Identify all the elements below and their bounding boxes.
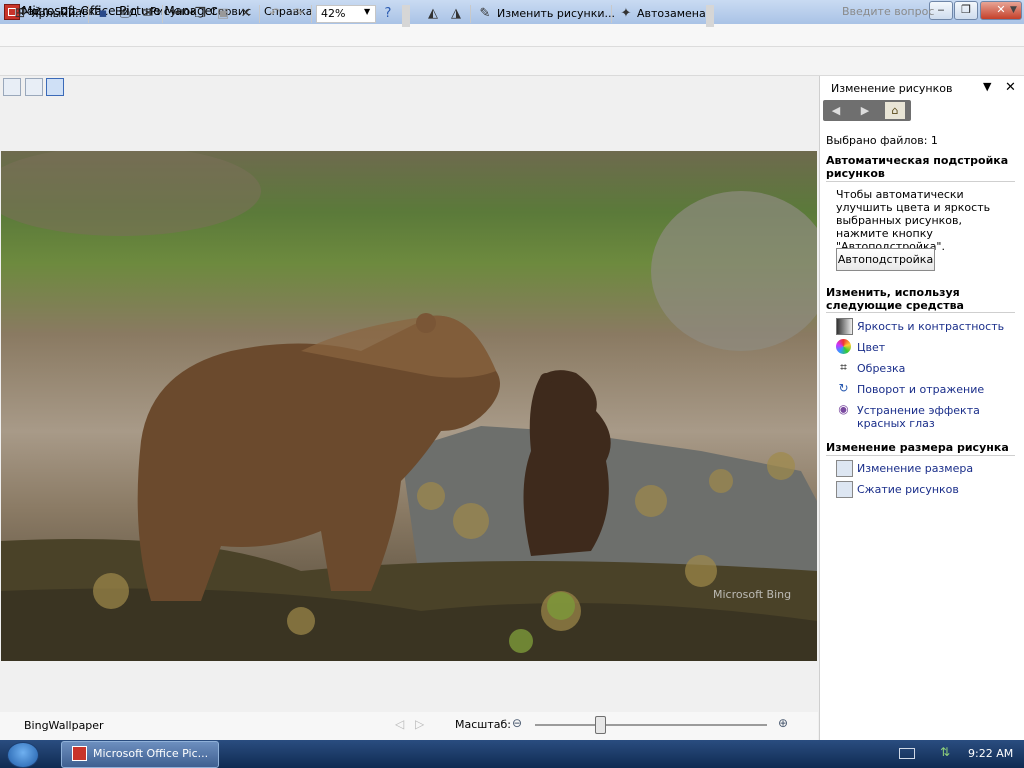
previous-picture-icon[interactable]: ◁ bbox=[395, 717, 404, 731]
picture-preview[interactable]: Microsoft Bing bbox=[1, 151, 817, 661]
rotate-icon: ↻ bbox=[838, 381, 849, 395]
brightness-icon bbox=[836, 318, 853, 335]
task-pane-title: Изменение рисунков bbox=[831, 82, 953, 95]
toolbar-separator bbox=[611, 5, 612, 23]
brightness-contrast-link[interactable]: Яркость и контрастность bbox=[857, 320, 1019, 333]
start-button[interactable] bbox=[7, 742, 39, 768]
single-picture-view-icon[interactable] bbox=[46, 78, 64, 96]
pane-close-icon[interactable]: ✕ bbox=[1005, 80, 1016, 95]
autofix-icon: ✦ bbox=[620, 6, 632, 21]
menu-bar bbox=[0, 24, 1024, 47]
zoom-label: Масштаб: bbox=[455, 718, 511, 731]
autofix-button[interactable]: Автоподстройка bbox=[836, 248, 935, 271]
print-icon[interactable]: ⎙ bbox=[116, 5, 134, 23]
red-eye-icon: ◉ bbox=[838, 402, 849, 416]
zoom-out-icon[interactable]: ⊖ bbox=[512, 716, 522, 730]
section-divider bbox=[826, 455, 1015, 456]
email-icon[interactable]: ✉ bbox=[139, 5, 157, 23]
toolbar-separator bbox=[470, 5, 471, 23]
rotate-flip-link[interactable]: Поворот и отражение bbox=[857, 383, 1019, 396]
pane-menu-icon[interactable]: ▼ bbox=[983, 80, 991, 93]
toolbar-grip[interactable] bbox=[402, 5, 410, 27]
resize-icon bbox=[836, 460, 853, 477]
undo-icon[interactable]: ↶ bbox=[266, 5, 284, 23]
zoom-in-icon[interactable]: ⊕ bbox=[778, 716, 788, 730]
zoom-slider-track[interactable] bbox=[535, 724, 767, 726]
bear-photo: Microsoft Bing bbox=[1, 151, 817, 661]
crop-link[interactable]: Обрезка bbox=[857, 362, 1019, 375]
next-picture-icon[interactable]: ▷ bbox=[415, 717, 424, 731]
cut-icon[interactable]: ✂ bbox=[168, 5, 186, 23]
auto-section-title: Автоматическая подстройка рисунков bbox=[826, 154, 1009, 180]
taskbar-window-label: Microsoft Office Pic... bbox=[93, 747, 209, 760]
rotate-left-icon[interactable]: ◭ bbox=[424, 5, 442, 23]
rotate-right-icon[interactable]: ◮ bbox=[447, 5, 465, 23]
compress-icon bbox=[836, 481, 853, 498]
auto-description: Чтобы автоматически улучшить цвета и ярк… bbox=[836, 188, 991, 253]
back-icon[interactable]: ◀ bbox=[826, 102, 846, 119]
color-icon bbox=[836, 339, 851, 354]
color-link[interactable]: Цвет bbox=[857, 341, 1019, 354]
forward-icon[interactable]: ▶ bbox=[855, 102, 875, 119]
resize-link[interactable]: Изменение размера bbox=[857, 462, 1019, 475]
toolbar-separator bbox=[88, 5, 89, 23]
resize-section-title: Изменение размера рисунка bbox=[826, 441, 1009, 454]
red-eye-link[interactable]: Устранение эффекта красных глаз bbox=[857, 404, 1019, 430]
edit-pictures-icon: ✎ bbox=[479, 6, 491, 21]
toolbar bbox=[0, 47, 1024, 76]
redo-icon[interactable]: ↷ bbox=[289, 5, 307, 23]
thumbnail-view-icon[interactable] bbox=[3, 78, 21, 96]
tools-section-title: Изменить, используя следующие средства bbox=[826, 286, 964, 312]
shortcuts-button[interactable]: Ярлыки... bbox=[31, 7, 86, 20]
file-name: BingWallpaper bbox=[24, 719, 104, 732]
section-divider bbox=[826, 312, 1015, 313]
chevron-down-icon: ▼ bbox=[364, 7, 371, 16]
app-icon bbox=[72, 746, 87, 761]
help-icon[interactable]: ? bbox=[379, 5, 397, 23]
shortcuts-icon: ⊞ bbox=[14, 6, 26, 21]
home-icon[interactable]: ⌂ bbox=[885, 102, 905, 119]
clock[interactable]: 9:22 AM bbox=[968, 747, 1013, 760]
copy-icon[interactable]: ❐ bbox=[191, 5, 209, 23]
help-search-input[interactable]: Введите вопрос bbox=[842, 5, 1020, 18]
crop-icon: ⌗ bbox=[840, 360, 847, 374]
zoom-value: 42% bbox=[321, 7, 346, 20]
section-divider bbox=[826, 181, 1015, 182]
toolbar-separator bbox=[259, 5, 260, 23]
toolbar-separator bbox=[311, 5, 312, 23]
help-dropdown-icon[interactable]: ▼ bbox=[1010, 5, 1017, 15]
files-selected: Выбрано файлов: 1 bbox=[826, 134, 938, 147]
status-bar bbox=[0, 712, 818, 740]
zoom-slider-thumb[interactable] bbox=[594, 716, 606, 734]
save-icon[interactable]: ▪ bbox=[94, 5, 112, 23]
filmstrip-view-icon[interactable] bbox=[25, 78, 43, 96]
toolbar-grip[interactable] bbox=[706, 5, 714, 27]
compress-link[interactable]: Сжатие рисунков bbox=[857, 483, 1019, 496]
network-icon[interactable]: ⇅ bbox=[940, 745, 950, 759]
zoom-select[interactable]: 42% ▼ bbox=[316, 5, 376, 23]
autofix-toolbar-button[interactable]: Автозамена bbox=[637, 7, 706, 20]
toolbar-separator bbox=[162, 5, 163, 23]
paste-icon[interactable]: ▣ bbox=[214, 5, 232, 23]
keyboard-icon[interactable] bbox=[899, 748, 915, 759]
photo-watermark: Microsoft Bing bbox=[713, 588, 791, 601]
delete-icon[interactable]: ✕ bbox=[237, 5, 255, 23]
edit-pictures-button[interactable]: Изменить рисунки... bbox=[497, 7, 615, 20]
